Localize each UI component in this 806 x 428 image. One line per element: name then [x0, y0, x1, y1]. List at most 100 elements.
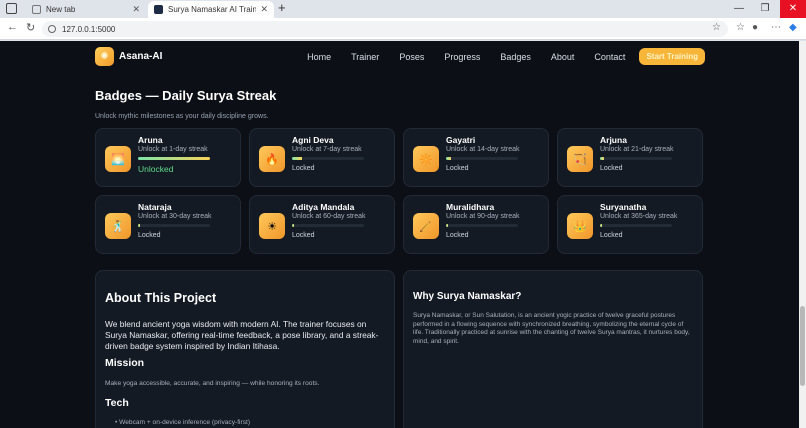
tech-list-item: • Webcam + on-device inference (privacy-…	[115, 419, 251, 426]
badge-name: Aditya Mandala	[292, 202, 355, 212]
badge-progress-fill	[292, 157, 303, 160]
nav-link-trainer[interactable]: Trainer	[351, 52, 379, 62]
badge-name: Gayatri	[446, 135, 476, 145]
page-viewport: ✺ Asana-AI Home Trainer Poses Progress B…	[0, 41, 799, 428]
badge-card-suryanatha: 👑 Suryanatha Unlock at 365-day streak Lo…	[557, 195, 703, 254]
badge-name: Agni Deva	[292, 135, 334, 145]
badge-progress-bar	[292, 224, 364, 227]
badge-status: Locked	[446, 232, 469, 239]
nav-link-badges[interactable]: Badges	[500, 52, 531, 62]
crown-icon: 👑	[567, 213, 593, 239]
tech-item-text: Webcam + on-device inference (privacy-fi…	[119, 419, 251, 426]
sun-rays-icon: 🔆	[413, 146, 439, 172]
badge-progress-bar	[292, 157, 364, 160]
badge-progress-fill	[292, 224, 295, 227]
reload-icon[interactable]: ↻	[26, 21, 35, 34]
dancer-icon: 🕺	[105, 213, 131, 239]
badge-status: Locked	[138, 232, 161, 239]
sun-logo-icon[interactable]: ✺	[95, 47, 114, 66]
mission-heading: Mission	[105, 357, 145, 369]
close-tab-icon[interactable]: ✕	[260, 4, 268, 15]
badge-card-aditya-mandala: ☀ Aditya Mandala Unlock at 60-day streak…	[249, 195, 395, 254]
nav-link-about[interactable]: About	[551, 52, 575, 62]
badge-name: Aruna	[138, 135, 163, 145]
badge-progress-fill	[600, 157, 604, 160]
collections-icon[interactable]: ☆	[736, 22, 745, 33]
fire-icon: 🔥	[259, 146, 285, 172]
tech-heading: Tech	[105, 397, 129, 409]
back-icon[interactable]: ←	[7, 21, 18, 33]
badge-progress-fill	[138, 157, 210, 160]
site-favicon-icon	[154, 5, 163, 14]
nav-link-contact[interactable]: Contact	[594, 52, 625, 62]
menu-dots-icon[interactable]: ⋯	[771, 22, 781, 33]
badge-status: Locked	[600, 165, 623, 172]
badge-status: Locked	[600, 232, 623, 239]
badge-name: Muralidhara	[446, 202, 495, 212]
restore-icon[interactable]: ❐	[752, 0, 778, 18]
new-tab-favicon-icon	[32, 5, 41, 14]
browser-tab-bar: New tab ✕ Surya Namaskar AI Trainer — Ho…	[0, 0, 806, 18]
why-body: Surya Namaskar, or Sun Salutation, is an…	[413, 312, 690, 345]
site-info-icon[interactable]	[48, 25, 56, 33]
badge-progress-bar	[446, 224, 518, 227]
tab-new-tab[interactable]: New tab ✕	[26, 1, 146, 18]
scrollbar-thumb[interactable]	[800, 306, 805, 386]
badge-card-nataraja: 🕺 Nataraja Unlock at 30-day streak Locke…	[95, 195, 241, 254]
badge-status: Locked	[446, 165, 469, 172]
tab-title: New tab	[46, 5, 76, 14]
why-heading: Why Surya Namaskar?	[413, 291, 522, 302]
start-training-button[interactable]: Start Training	[639, 48, 705, 65]
badge-progress-bar	[600, 224, 672, 227]
badge-status: Locked	[292, 232, 315, 239]
badges-heading: Badges — Daily Surya Streak	[95, 88, 277, 103]
badge-card-arjuna: 🏹 Arjuna Unlock at 21-day streak Locked	[557, 128, 703, 187]
badge-name: Arjuna	[600, 135, 627, 145]
url-bar[interactable]: 127.0.0.1:5000	[42, 21, 728, 37]
nav-link-poses[interactable]: Poses	[399, 52, 424, 62]
badge-progress-fill	[446, 157, 452, 160]
sun-icon: ☀	[259, 213, 285, 239]
badge-progress-fill	[138, 224, 141, 227]
flute-icon: 🪈	[413, 213, 439, 239]
close-tab-icon[interactable]: ✕	[132, 4, 140, 15]
about-body: We blend ancient yoga wisdom with modern…	[105, 319, 379, 351]
badge-card-agni-deva: 🔥 Agni Deva Unlock at 7-day streak Locke…	[249, 128, 395, 187]
profile-icon[interactable]: ●	[752, 22, 758, 33]
favorite-star-icon[interactable]: ☆	[712, 22, 721, 33]
why-panel: Why Surya Namaskar? Surya Namaskar, or S…	[403, 270, 703, 428]
new-tab-plus-icon[interactable]: +	[278, 0, 286, 15]
badge-unlock-text: Unlock at 14-day streak	[446, 146, 520, 153]
badge-progress-bar	[446, 157, 518, 160]
nav-links: Home Trainer Poses Progress Badges About…	[287, 47, 705, 66]
badge-card-gayatri: 🔆 Gayatri Unlock at 14-day streak Locked	[403, 128, 549, 187]
mission-body: Make yoga accessible, accurate, and insp…	[105, 380, 320, 387]
badge-progress-bar	[138, 157, 210, 160]
tab-surya-trainer[interactable]: Surya Namaskar AI Trainer — Ho ✕	[148, 1, 274, 18]
badge-unlock-text: Unlock at 30-day streak	[138, 213, 212, 220]
badge-name: Nataraja	[138, 202, 172, 212]
bow-arrow-icon: 🏹	[567, 146, 593, 172]
window-close-icon[interactable]: ✕	[780, 0, 806, 18]
sunrise-icon: 🌅	[105, 146, 131, 172]
page-scrollbar[interactable]	[799, 41, 806, 428]
site-navbar: ✺ Asana-AI Home Trainer Poses Progress B…	[95, 47, 705, 67]
copilot-icon[interactable]: ◆	[789, 22, 797, 33]
badge-name: Suryanatha	[600, 202, 647, 212]
minimize-icon[interactable]: —	[726, 0, 752, 18]
nav-link-home[interactable]: Home	[307, 52, 331, 62]
badge-progress-bar	[138, 224, 210, 227]
badge-progress-fill	[600, 224, 603, 227]
badge-status: Locked	[292, 165, 315, 172]
window-menu-icon[interactable]	[6, 3, 17, 14]
brand-name[interactable]: Asana-AI	[119, 51, 162, 62]
url-text: 127.0.0.1:5000	[62, 24, 116, 34]
badges-subtitle: Unlock mythic milestones as your daily d…	[95, 113, 269, 120]
nav-link-progress[interactable]: Progress	[444, 52, 480, 62]
badge-card-aruna: 🌅 Aruna Unlock at 1-day streak Unlocked	[95, 128, 241, 187]
badge-card-muralidhara: 🪈 Muralidhara Unlock at 90-day streak Lo…	[403, 195, 549, 254]
badge-unlock-text: Unlock at 1-day streak	[138, 146, 208, 153]
badge-progress-fill	[446, 224, 449, 227]
about-heading: About This Project	[105, 291, 217, 305]
badge-unlock-text: Unlock at 7-day streak	[292, 146, 362, 153]
